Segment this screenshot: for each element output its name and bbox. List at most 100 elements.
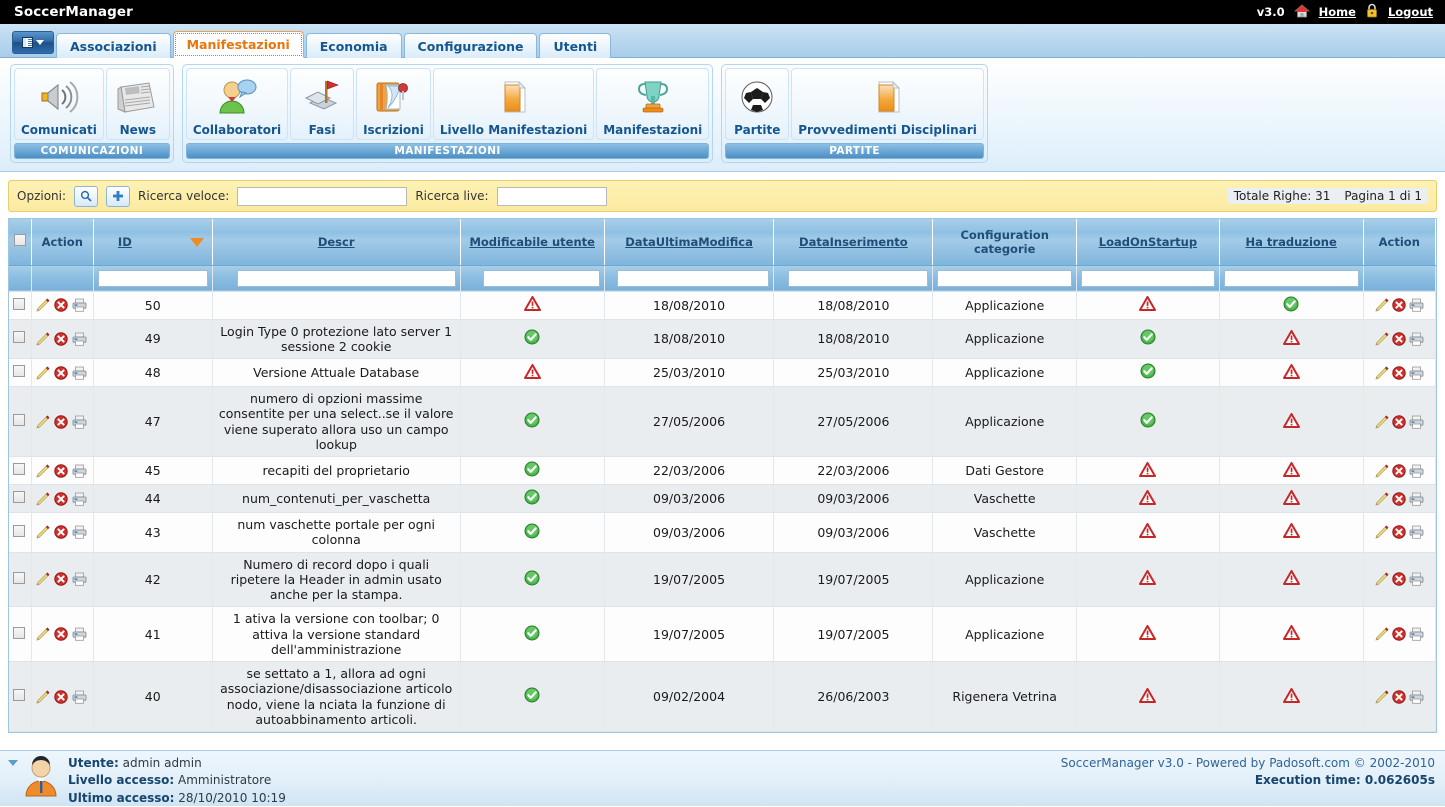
row-select-cell[interactable] [9,359,31,387]
tab-associazioni[interactable]: Associazioni [56,33,171,58]
live-search-input[interactable] [497,187,607,206]
edit-row-button[interactable] [36,492,50,506]
print-row-button[interactable] [1409,415,1424,429]
column-label[interactable]: DataUltimaModifica [625,235,753,249]
row-actions-right[interactable] [1363,387,1435,457]
ribbon-item-news[interactable]: News [106,68,170,140]
print-row-button[interactable] [72,464,87,478]
row-checkbox[interactable] [13,414,25,426]
row-actions-left[interactable] [31,607,93,662]
row-actions-left[interactable] [31,513,93,553]
column-data-inserimento[interactable]: DataInserimento [774,219,933,265]
edit-row-button[interactable] [1375,525,1389,539]
print-row-button[interactable] [1409,525,1424,539]
filter-inserimento-input[interactable] [788,270,928,287]
edit-row-button[interactable] [36,332,50,346]
delete-row-button[interactable] [54,572,68,586]
print-row-button[interactable] [1409,492,1424,506]
row-select-cell[interactable] [9,457,31,485]
table-row[interactable]: 411 ativa la versione con toolbar; 0 att… [9,607,1436,662]
row-select-cell[interactable] [9,513,31,553]
print-row-button[interactable] [1409,332,1424,346]
edit-row-button[interactable] [36,415,50,429]
tab-configurazione[interactable]: Configurazione [404,33,538,58]
logout-link[interactable]: Logout [1388,5,1433,19]
row-actions-left[interactable] [31,319,93,359]
print-row-button[interactable] [1409,627,1424,641]
delete-row-button[interactable] [1392,332,1406,346]
row-select-cell[interactable] [9,319,31,359]
delete-row-button[interactable] [1392,464,1406,478]
delete-row-button[interactable] [54,415,68,429]
print-row-button[interactable] [72,415,87,429]
edit-row-button[interactable] [1375,464,1389,478]
column-label[interactable]: Descr [318,235,355,249]
row-checkbox[interactable] [13,491,25,503]
row-select-cell[interactable] [9,552,31,607]
tab-manifestazioni[interactable]: Manifestazioni [173,31,304,58]
row-checkbox[interactable] [13,365,25,377]
row-actions-right[interactable] [1363,457,1435,485]
edit-row-button[interactable] [36,366,50,380]
column-descr[interactable]: Descr [212,219,460,265]
delete-row-button[interactable] [54,627,68,641]
print-row-button[interactable] [72,627,87,641]
row-actions-right[interactable] [1363,513,1435,553]
edit-row-button[interactable] [36,690,50,704]
row-select-cell[interactable] [9,387,31,457]
filter-loadonstartup-input[interactable] [1081,270,1215,287]
row-actions-right[interactable] [1363,607,1435,662]
row-actions-right[interactable] [1363,552,1435,607]
row-select-cell[interactable] [9,662,31,732]
table-row[interactable]: 48Versione Attuale Database25/03/201025/… [9,359,1436,387]
delete-row-button[interactable] [1392,572,1406,586]
delete-row-button[interactable] [1392,627,1406,641]
edit-row-button[interactable] [1375,627,1389,641]
tab-utenti[interactable]: Utenti [539,33,611,58]
row-checkbox[interactable] [13,525,25,537]
edit-row-button[interactable] [1375,415,1389,429]
column-modificabile-utente[interactable]: Modificabile utente [460,219,604,265]
delete-row-button[interactable] [1392,525,1406,539]
column-ha-traduzione[interactable]: Ha traduzione [1219,219,1363,265]
print-row-button[interactable] [72,332,87,346]
edit-row-button[interactable] [36,464,50,478]
ribbon-item-provvedimenti-disciplinari[interactable]: Provvedimenti Disciplinari [791,68,984,140]
delete-row-button[interactable] [54,690,68,704]
filter-traduzione-input[interactable] [1224,270,1359,287]
collapse-footer-icon[interactable] [8,760,18,766]
column-label[interactable]: Ha traduzione [1246,235,1337,249]
column-label[interactable]: LoadOnStartup [1099,235,1197,249]
print-row-button[interactable] [72,572,87,586]
print-row-button[interactable] [1409,298,1424,312]
row-actions-right[interactable] [1363,485,1435,513]
column-data-ultima-modifica[interactable]: DataUltimaModifica [604,219,774,265]
filter-categorie-input[interactable] [937,270,1072,287]
row-checkbox[interactable] [13,331,25,343]
delete-row-button[interactable] [54,332,68,346]
table-row[interactable]: 42Numero di record dopo i quali ripetere… [9,552,1436,607]
print-row-button[interactable] [1409,572,1424,586]
print-row-button[interactable] [72,690,87,704]
edit-row-button[interactable] [1375,690,1389,704]
row-actions-left[interactable] [31,291,93,319]
table-row[interactable]: 40se settato a 1, allora ad ogni associa… [9,662,1436,732]
edit-row-button[interactable] [1375,332,1389,346]
table-row[interactable]: 43num vaschette portale per ogni colonna… [9,513,1436,553]
table-row[interactable]: 47numero di opzioni massime consentite p… [9,387,1436,457]
column-label[interactable]: Modificabile utente [469,235,595,249]
search-options-button[interactable] [74,186,98,207]
ribbon-item-fasi[interactable]: Fasi [290,68,354,140]
delete-row-button[interactable] [1392,366,1406,380]
delete-row-button[interactable] [54,464,68,478]
row-select-cell[interactable] [9,607,31,662]
print-row-button[interactable] [72,492,87,506]
ribbon-item-collaboratori[interactable]: Collaboratori [186,68,288,140]
filter-descr-input[interactable] [237,270,456,287]
delete-row-button[interactable] [54,525,68,539]
print-row-button[interactable] [1409,366,1424,380]
app-menu-button[interactable] [12,31,54,54]
edit-row-button[interactable] [1375,492,1389,506]
edit-row-button[interactable] [36,298,50,312]
row-checkbox[interactable] [13,298,25,310]
